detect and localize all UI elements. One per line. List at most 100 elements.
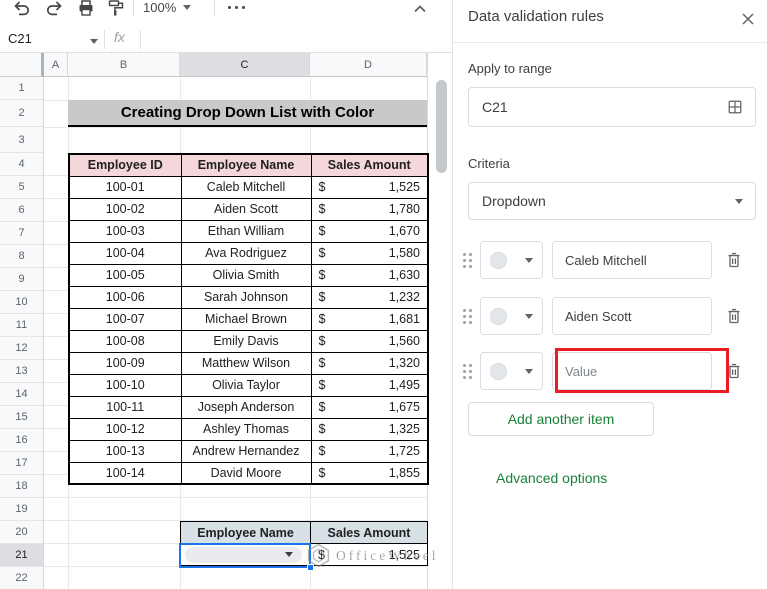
summary-header-row: Employee Name Sales Amount [180,521,428,544]
select-data-range-icon[interactable] [727,99,743,115]
column-header-c[interactable]: C [180,53,310,76]
summary-header-sales[interactable]: Sales Amount [310,521,428,544]
more-icon[interactable] [228,6,245,9]
paint-format-icon[interactable] [106,0,126,18]
drag-handle-icon[interactable] [463,252,472,268]
table-header-row: Employee ID Employee Name Sales Amount [68,153,429,177]
fill-handle[interactable] [307,564,314,571]
delete-item-icon[interactable] [725,307,743,325]
dropdown-item-row: Value [463,352,763,390]
row-header[interactable]: 14 [0,383,43,406]
header-employee-name[interactable]: Employee Name [180,153,312,177]
divider [453,42,767,43]
google-sheets-window: 100% C21 fx A B C D 1 2 3 4 5 6 7 8 9 10… [0,0,767,589]
table-row: 100-06 Sarah Johnson $1,232 [68,285,429,309]
row-header-selected[interactable]: 21 [0,544,43,567]
item-value-input[interactable]: Caleb Mitchell [552,241,712,279]
column-header-a[interactable]: A [44,53,68,76]
row-header[interactable]: 7 [0,222,43,245]
chevron-down-icon [735,198,743,204]
row-header[interactable]: 15 [0,406,43,429]
add-another-item-button[interactable]: Add another item [468,402,654,436]
row-header[interactable]: 19 [0,498,43,521]
summary-header-name[interactable]: Employee Name [180,521,311,544]
vertical-scrollbar[interactable] [436,80,447,173]
row-header[interactable]: 2 [0,100,43,127]
row-header[interactable]: 4 [0,153,43,176]
range-input[interactable]: C21 [468,87,756,127]
item-color-picker[interactable] [480,241,543,279]
data-validation-panel: Data validation rules Apply to range C21… [452,0,767,589]
row-header[interactable]: 6 [0,199,43,222]
redo-icon[interactable] [44,0,64,18]
formula-bar: C21 fx [0,26,452,53]
color-swatch [490,251,507,269]
toolbar-separator [133,0,134,16]
column-header-b[interactable]: B [68,53,180,76]
color-swatch [490,362,507,380]
sheet-title-cell[interactable]: Creating Drop Down List with Color [68,100,427,127]
divider [140,30,141,49]
advanced-options-link[interactable]: Advanced options [496,470,607,486]
item-value-input-empty[interactable]: Value [552,352,712,390]
table-row: 100-09 Matthew Wilson $1,320 [68,351,429,375]
item-color-picker[interactable] [480,352,543,390]
print-icon[interactable] [76,0,96,18]
name-box-chevron-icon[interactable] [90,39,98,44]
color-swatch [490,307,507,325]
header-employee-id[interactable]: Employee ID [68,153,182,177]
row-header[interactable]: 10 [0,291,43,314]
zoom-value: 100% [143,0,177,15]
row-header[interactable]: 5 [0,176,43,199]
column-header-d[interactable]: D [310,53,427,76]
table-row: 100-02 Aiden Scott $1,780 [68,197,429,221]
column-headers: A B C D [44,53,427,77]
item-color-picker[interactable] [480,297,543,335]
table-row: 100-05 Olivia Smith $1,630 [68,263,429,287]
criteria-select[interactable]: Dropdown [468,182,756,220]
row-header[interactable]: 17 [0,452,43,475]
row-header[interactable]: 11 [0,314,43,337]
row-header[interactable]: 12 [0,337,43,360]
row-header[interactable]: 8 [0,245,43,268]
close-icon[interactable] [739,10,757,28]
zoom-control[interactable]: 100% [143,0,192,15]
delete-item-icon[interactable] [725,251,743,269]
row-header[interactable]: 3 [0,127,43,153]
row-header[interactable]: 20 [0,521,43,544]
dropdown-caret-icon [285,552,293,557]
select-all-corner[interactable] [0,53,44,77]
chevron-down-icon [525,368,533,374]
table-row: 100-01 Caleb Mitchell $1,525 [68,175,429,199]
chevron-down-icon [525,313,533,319]
name-box[interactable]: C21 [8,31,32,46]
table-row: 100-13 Andrew Hernandez $1,725 [68,439,429,463]
drag-handle-icon[interactable] [463,308,472,324]
row-headers: 1 2 3 4 5 6 7 8 9 10 11 12 13 14 15 16 1… [0,77,44,589]
drag-handle-icon[interactable] [463,363,472,379]
undo-icon[interactable] [12,0,32,18]
table-row: 100-08 Emily Davis $1,560 [68,329,429,353]
delete-item-icon[interactable] [725,362,743,380]
range-value: C21 [482,99,508,115]
selected-cell-c21[interactable] [179,543,314,571]
table-row: 100-11 Joseph Anderson $1,675 [68,395,429,419]
row-header[interactable]: 1 [0,77,43,100]
criteria-label: Criteria [468,156,510,171]
criteria-value: Dropdown [482,193,546,209]
row-header[interactable]: 18 [0,475,43,498]
row-header[interactable]: 22 [0,567,43,589]
table-row: 100-10 Olivia Taylor $1,495 [68,373,429,397]
employee-table[interactable]: Employee ID Employee Name Sales Amount 1… [68,153,429,485]
panel-title: Data validation rules [468,8,604,25]
dropdown-item-row: Caleb Mitchell [463,241,763,279]
in-cell-dropdown[interactable] [185,547,302,563]
collapse-toolbar-icon[interactable] [410,0,430,19]
header-sales-amount[interactable]: Sales Amount [310,153,429,177]
row-header[interactable]: 13 [0,360,43,383]
item-value-input[interactable]: Aiden Scott [552,297,712,335]
row-header[interactable]: 16 [0,429,43,452]
row-header[interactable]: 9 [0,268,43,291]
fx-icon: fx [114,29,125,45]
chevron-down-icon [183,5,192,10]
